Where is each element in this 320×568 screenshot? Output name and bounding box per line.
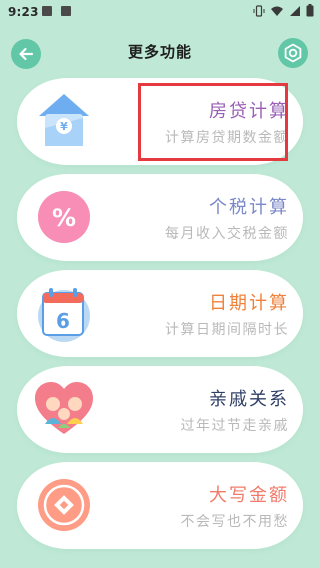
uppercase-amount-card[interactable]: 大写金额 不会写也不用愁 [17,462,303,549]
percent-icon: % [31,184,97,250]
house-icon: ¥ [31,88,97,154]
coin-icon [31,472,97,538]
app-notification-icon [61,6,71,16]
wifi-icon [271,6,283,16]
settings-button[interactable] [278,38,308,68]
status-time: 9:23 [8,5,39,19]
hexagon-settings-icon [284,43,302,63]
signal-icon [290,5,300,16]
highlight-box [138,83,288,161]
card-subtitle: 每月收入交税金额 [165,226,289,242]
battery-icon [306,4,314,17]
svg-text:¥: ¥ [60,120,68,133]
vibrate-icon [253,4,265,17]
family-heart-icon [31,376,97,442]
card-subtitle: 不会写也不用愁 [180,514,289,530]
card-subtitle: 计算日期间隔时长 [165,322,289,338]
card-title: 个税计算 [209,197,289,218]
svg-text:6: 6 [56,309,70,333]
card-title: 日期计算 [209,293,289,314]
date-calc-card[interactable]: 6 日期计算 计算日期间隔时长 [17,270,303,357]
card-subtitle: 过年过节走亲戚 [180,418,289,434]
relatives-card[interactable]: 亲戚关系 过年过节走亲戚 [17,366,303,453]
tax-calc-card[interactable]: % 个税计算 每月收入交税金额 [17,174,303,261]
page-title: 更多功能 [127,43,192,61]
header-bar: 更多功能 [0,24,320,80]
gallery-notification-icon [42,6,52,16]
svg-text:%: % [52,204,76,232]
calendar-icon: 6 [31,280,97,346]
status-bar: 9:23 [0,0,320,24]
card-title: 亲戚关系 [209,389,289,410]
card-title: 大写金额 [209,485,289,506]
